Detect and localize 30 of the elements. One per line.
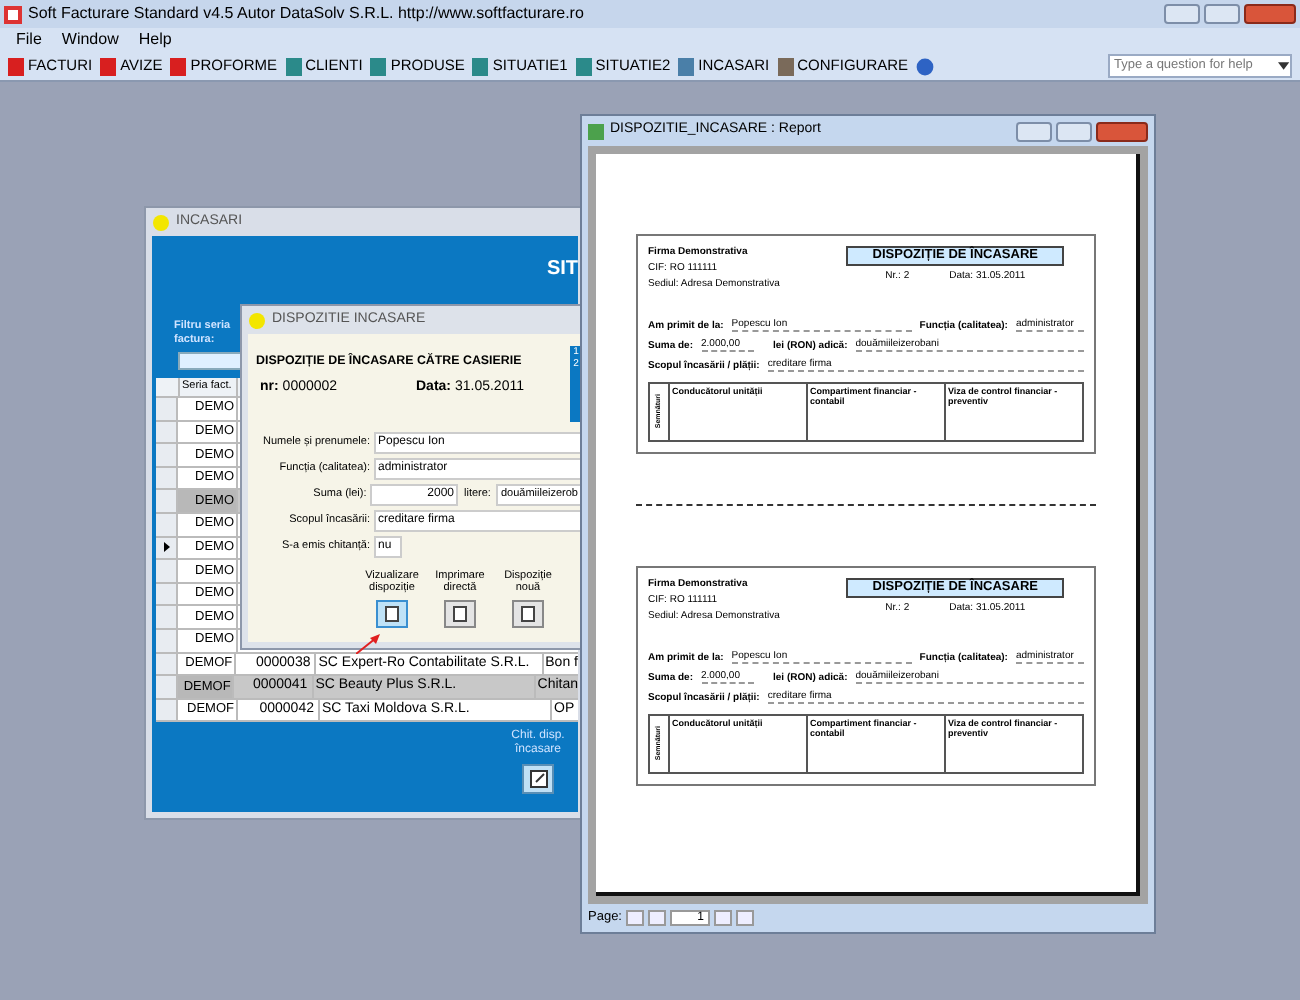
document-icon	[452, 605, 468, 622]
receipt-button[interactable]	[522, 764, 554, 795]
last-page-button[interactable]	[736, 910, 754, 926]
maximize-button[interactable]	[1204, 4, 1240, 24]
minimize-button[interactable]	[1164, 4, 1200, 24]
document-icon	[384, 605, 400, 622]
menu-item[interactable]: Help	[138, 28, 172, 52]
section-heading: SIT	[546, 256, 578, 284]
record-pointer-icon	[163, 542, 169, 553]
minimize-button[interactable]	[1016, 121, 1052, 141]
circle-icon	[152, 213, 170, 231]
edit-icon	[529, 770, 547, 789]
maximize-button[interactable]	[1056, 121, 1092, 141]
first-page-button[interactable]	[626, 910, 644, 926]
row-selector[interactable]	[156, 537, 178, 559]
action-button[interactable]	[376, 599, 408, 628]
next-page-button[interactable]	[714, 910, 732, 926]
app-icon	[4, 5, 22, 23]
previous-page-button[interactable]	[648, 910, 666, 926]
close-button[interactable]	[1096, 121, 1148, 141]
dropdown-icon[interactable]	[1278, 62, 1290, 70]
document-icon	[520, 605, 536, 622]
action-button[interactable]	[512, 599, 544, 628]
window-title: Soft Facturare Standard v4.5 Autor DataSolv S.R.L. http://www.softfacturare.ro	[28, 2, 586, 26]
circle-icon	[248, 311, 266, 329]
menu-item[interactable]: Window	[61, 28, 119, 52]
help-icon[interactable]	[916, 57, 935, 75]
action-button[interactable]	[444, 599, 476, 628]
menu-item[interactable]: File	[16, 28, 42, 52]
report-icon	[588, 123, 604, 139]
